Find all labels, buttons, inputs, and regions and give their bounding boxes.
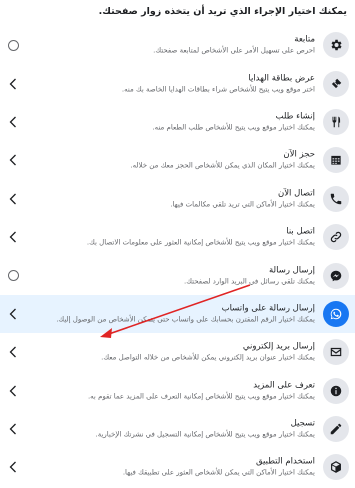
option-title: إنشاء طلب	[275, 111, 315, 122]
radio-button[interactable]	[6, 38, 20, 52]
radio-button[interactable]	[6, 269, 20, 283]
chevron-left-icon[interactable]	[6, 422, 20, 436]
option-title: متابعة	[294, 34, 315, 45]
option-row[interactable]: إرسال بريد إلكتروني يمكنك اختيار عنوان بر…	[0, 333, 355, 371]
option-title: إرسال رسالة على واتساب	[221, 303, 315, 314]
option-description: يمكنك تلقي رسائل في البريد الوارد لصفحتك…	[184, 276, 315, 285]
option-title: اتصل بنا	[286, 226, 315, 237]
mail-icon	[323, 339, 349, 366]
option-row[interactable]: إنشاء طلب يمكنك اختيار موقع ويب يتيح للأش…	[0, 103, 355, 141]
option-title: اتصال الآن	[277, 188, 315, 198]
phone-icon	[323, 185, 349, 212]
option-row[interactable]: استخدام التطبيق يمكنك اختيار الأماكن التي…	[0, 448, 355, 486]
option-row[interactable]: تسجيل يمكنك اختيار موقع ويب يتيح للأشخاص …	[0, 410, 355, 448]
whatsapp-icon	[323, 300, 349, 327]
chevron-left-icon[interactable]	[6, 77, 20, 91]
option-description: اختر موقع ويب يتيح للأشخاص شراء بطاقات ا…	[121, 84, 315, 93]
option-description: يمكنك اختيار موقع ويب يتيح للأشخاص طلب ا…	[152, 123, 315, 132]
option-row[interactable]: حجز الآن يمكنك اختيار المكان الذي يمكن لل…	[0, 141, 355, 179]
option-title: عرض بطاقة الهدايا	[248, 72, 315, 83]
option-title: تعرف على المزيد	[253, 379, 315, 390]
chevron-left-icon[interactable]	[6, 230, 20, 244]
gear-icon	[323, 32, 349, 59]
option-description: يمكنك اختيار موقع ويب يتيح للأشخاص إمكان…	[86, 238, 315, 247]
action-options-list: متابعة احرص على تسهيل الأمر على الأشخاص ل…	[0, 26, 355, 487]
option-title: إرسال بريد إلكتروني	[242, 341, 315, 352]
option-row[interactable]: اتصل بنا يمكنك اختيار موقع ويب يتيح للأشخ…	[0, 218, 355, 256]
option-title: استخدام التطبيق	[255, 456, 315, 467]
chevron-left-icon[interactable]	[6, 192, 20, 206]
chevron-left-icon[interactable]	[6, 153, 20, 167]
page-title: يمكنك اختيار الإجراء الذي تريد أن يتخذه …	[98, 6, 347, 17]
option-description: يمكنك اختيار موقع ويب يتيح للأشخاص إمكان…	[95, 430, 315, 439]
option-description: يمكنك اختيار عنوان بريد إلكتروني يمكن لل…	[101, 353, 315, 362]
info-icon	[323, 377, 349, 404]
fork-knife-icon	[323, 108, 349, 135]
option-description: يمكنك اختيار المكان الذي يمكن للأشخاص ال…	[130, 161, 315, 170]
chevron-left-icon[interactable]	[6, 307, 20, 321]
chevron-left-icon[interactable]	[6, 384, 20, 398]
chevron-left-icon[interactable]	[6, 460, 20, 474]
option-row[interactable]: متابعة احرص على تسهيل الأمر على الأشخاص ل…	[0, 26, 355, 64]
option-description: يمكنك اختيار الأماكن التي يمكن للأشخاص ا…	[122, 468, 315, 477]
option-row[interactable]: اتصال الآن يمكنك اختيار الأماكن التي تريد…	[0, 180, 355, 218]
calendar-icon	[323, 147, 349, 174]
option-row[interactable]: عرض بطاقة الهدايا اختر موقع ويب يتيح للأش…	[0, 64, 355, 102]
ticket-icon	[323, 70, 349, 97]
link-icon	[323, 224, 349, 251]
option-description: يمكنك اختيار الأماكن التي تريد تلقي مكال…	[170, 200, 315, 208]
option-title: إرسال رسالة	[268, 264, 315, 275]
option-description: يمكنك اختيار موقع ويب يتيح للأشخاص إمكان…	[87, 391, 315, 400]
option-title: تسجيل	[290, 418, 315, 429]
box-icon	[323, 454, 349, 481]
option-row[interactable]: إرسال رسالة على واتساب يمكنك اختيار الرقم…	[0, 294, 355, 334]
option-title: حجز الآن	[283, 149, 315, 160]
pencil-icon	[323, 416, 349, 443]
option-description: احرص على تسهيل الأمر على الأشخاص لمتابعة…	[153, 46, 315, 55]
option-row[interactable]: إرسال رسالة يمكنك تلقي رسائل في البريد ال…	[0, 256, 355, 294]
chevron-left-icon[interactable]	[6, 115, 20, 129]
messenger-icon	[323, 262, 349, 289]
option-description: يمكنك اختيار الرقم المقترن بحسابك على وا…	[56, 315, 315, 324]
chevron-left-icon[interactable]	[6, 345, 20, 359]
option-row[interactable]: تعرف على المزيد يمكنك اختيار موقع ويب يتي…	[0, 372, 355, 410]
